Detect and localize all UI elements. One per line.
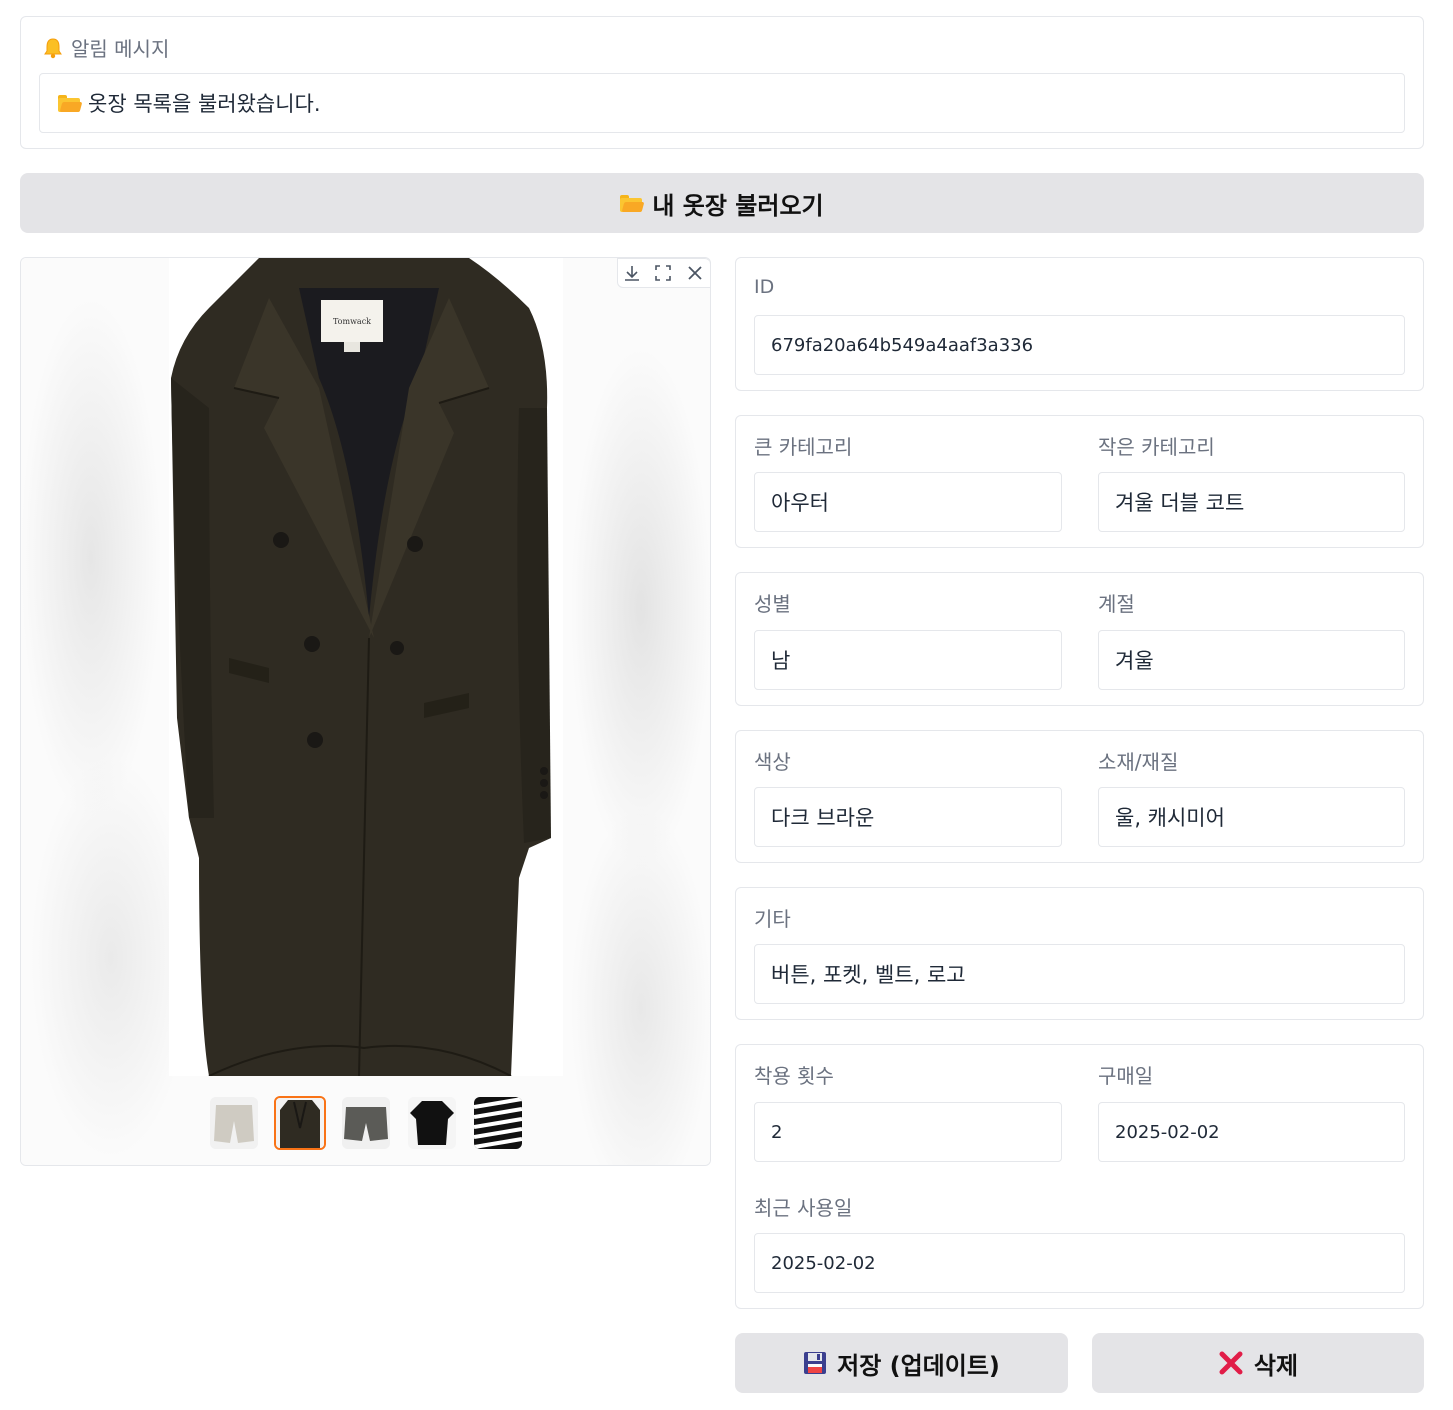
wear-count-field[interactable]: 2	[754, 1102, 1062, 1162]
etc-field[interactable]: 버튼, 포켓, 벨트, 로고	[754, 944, 1405, 1004]
wear-count-label: 착용 횟수	[754, 1064, 834, 1088]
sub-category-label: 작은 카테고리	[1098, 435, 1215, 459]
main-image: Tomwack	[169, 258, 563, 1077]
thumbnail-shorts-gray[interactable]	[342, 1097, 390, 1149]
load-wardrobe-label: 내 옷장 불러오기	[652, 191, 824, 220]
color-field[interactable]: 다크 브라운	[754, 787, 1062, 847]
folder-icon	[620, 194, 645, 212]
close-icon[interactable]	[681, 260, 709, 286]
alert-title: 알림 메시지	[71, 37, 170, 61]
id-field[interactable]: 679fa20a64b549a4aaf3a336	[754, 315, 1405, 375]
alert-header: 알림 메시지	[43, 33, 169, 62]
purchase-date-field[interactable]: 2025-02-02	[1098, 1102, 1405, 1162]
season-label: 계절	[1098, 592, 1135, 616]
thumbnail-shirt-black[interactable]	[408, 1097, 456, 1149]
sub-category-field[interactable]: 겨울 더블 코트	[1098, 472, 1405, 532]
delete-button[interactable]: 삭제	[1092, 1333, 1424, 1393]
material-field[interactable]: 울, 캐시미어	[1098, 787, 1405, 847]
main-category-label: 큰 카테고리	[754, 435, 853, 459]
download-icon[interactable]	[618, 260, 646, 286]
thumbnail-zebra-top[interactable]	[474, 1097, 522, 1149]
season-field[interactable]: 겨울	[1098, 630, 1405, 690]
last-used-label: 최근 사용일	[754, 1196, 853, 1220]
delete-label: 삭제	[1253, 1351, 1299, 1380]
purchase-date-label: 구매일	[1098, 1064, 1154, 1088]
save-label: 저장 (업데이트)	[837, 1351, 1000, 1380]
last-used-field[interactable]: 2025-02-02	[754, 1233, 1405, 1293]
floppy-disk-icon	[803, 1351, 827, 1375]
id-label: ID	[754, 276, 775, 298]
alert-message: 옷장 목록을 불러왔습니다.	[88, 92, 321, 116]
alert-panel: 알림 메시지 옷장 목록을 불러왔습니다.	[20, 16, 1424, 149]
main-category-field[interactable]: 아우터	[754, 472, 1062, 532]
svg-text:Tomwack: Tomwack	[333, 317, 371, 326]
cross-mark-icon	[1218, 1350, 1244, 1376]
thumbnail-coat-brown[interactable]	[274, 1096, 326, 1150]
gender-label: 성별	[754, 592, 791, 616]
folder-icon	[58, 94, 83, 112]
save-button[interactable]: 저장 (업데이트)	[735, 1333, 1068, 1393]
alert-message-box: 옷장 목록을 불러왔습니다.	[39, 73, 1405, 133]
fullscreen-icon[interactable]	[649, 260, 677, 286]
bell-icon	[43, 37, 63, 59]
material-label: 소재/재질	[1098, 750, 1179, 774]
load-wardrobe-button[interactable]: 내 옷장 불러오기	[20, 173, 1424, 233]
gender-field[interactable]: 남	[754, 630, 1062, 690]
color-label: 색상	[754, 750, 791, 774]
thumbnail-shorts-beige[interactable]	[210, 1097, 258, 1149]
image-gallery: Tomwack	[20, 257, 711, 1166]
etc-label: 기타	[754, 907, 791, 931]
